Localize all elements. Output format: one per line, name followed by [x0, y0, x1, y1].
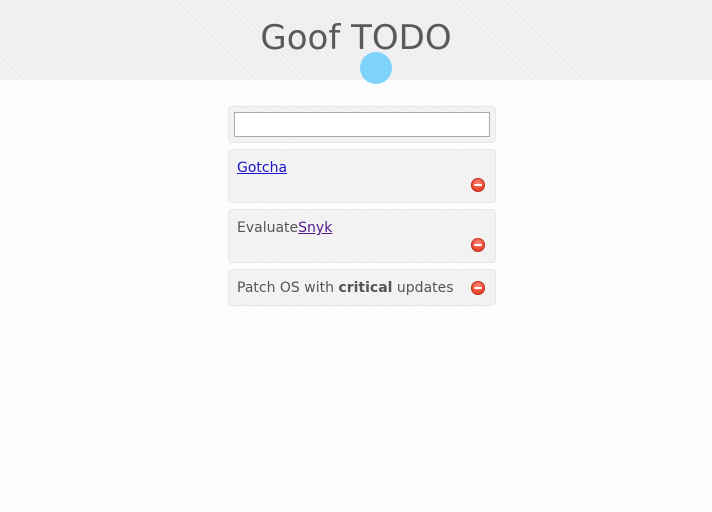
new-todo-form — [228, 106, 496, 143]
remove-todo-button[interactable] — [471, 238, 485, 252]
todo-item: Patch OS with critical updates — [228, 269, 496, 306]
remove-todo-button[interactable] — [471, 281, 485, 295]
todo-text: Evaluate — [237, 220, 299, 236]
todo-item-text: Gotcha — [237, 159, 287, 177]
todo-item: Gotcha — [228, 149, 496, 203]
mouse-cursor-indicator — [360, 52, 392, 84]
new-todo-input[interactable] — [234, 112, 490, 137]
todo-item-text: EvaluateSnyk — [237, 219, 332, 237]
todo-item-text: Patch OS with critical updates — [237, 279, 454, 297]
todo-item: EvaluateSnyk — [228, 209, 496, 263]
todo-text-after: updates — [392, 280, 454, 296]
remove-todo-button[interactable] — [471, 178, 485, 192]
page-title: Goof TODO — [260, 18, 452, 58]
todo-text-before: Patch OS with — [237, 280, 339, 296]
todo-link-gotcha[interactable]: Gotcha — [237, 160, 287, 176]
todo-text-bold: critical — [338, 280, 393, 296]
header: Goof TODO — [0, 0, 712, 80]
todo-link-snyk[interactable]: Snyk — [298, 220, 332, 236]
